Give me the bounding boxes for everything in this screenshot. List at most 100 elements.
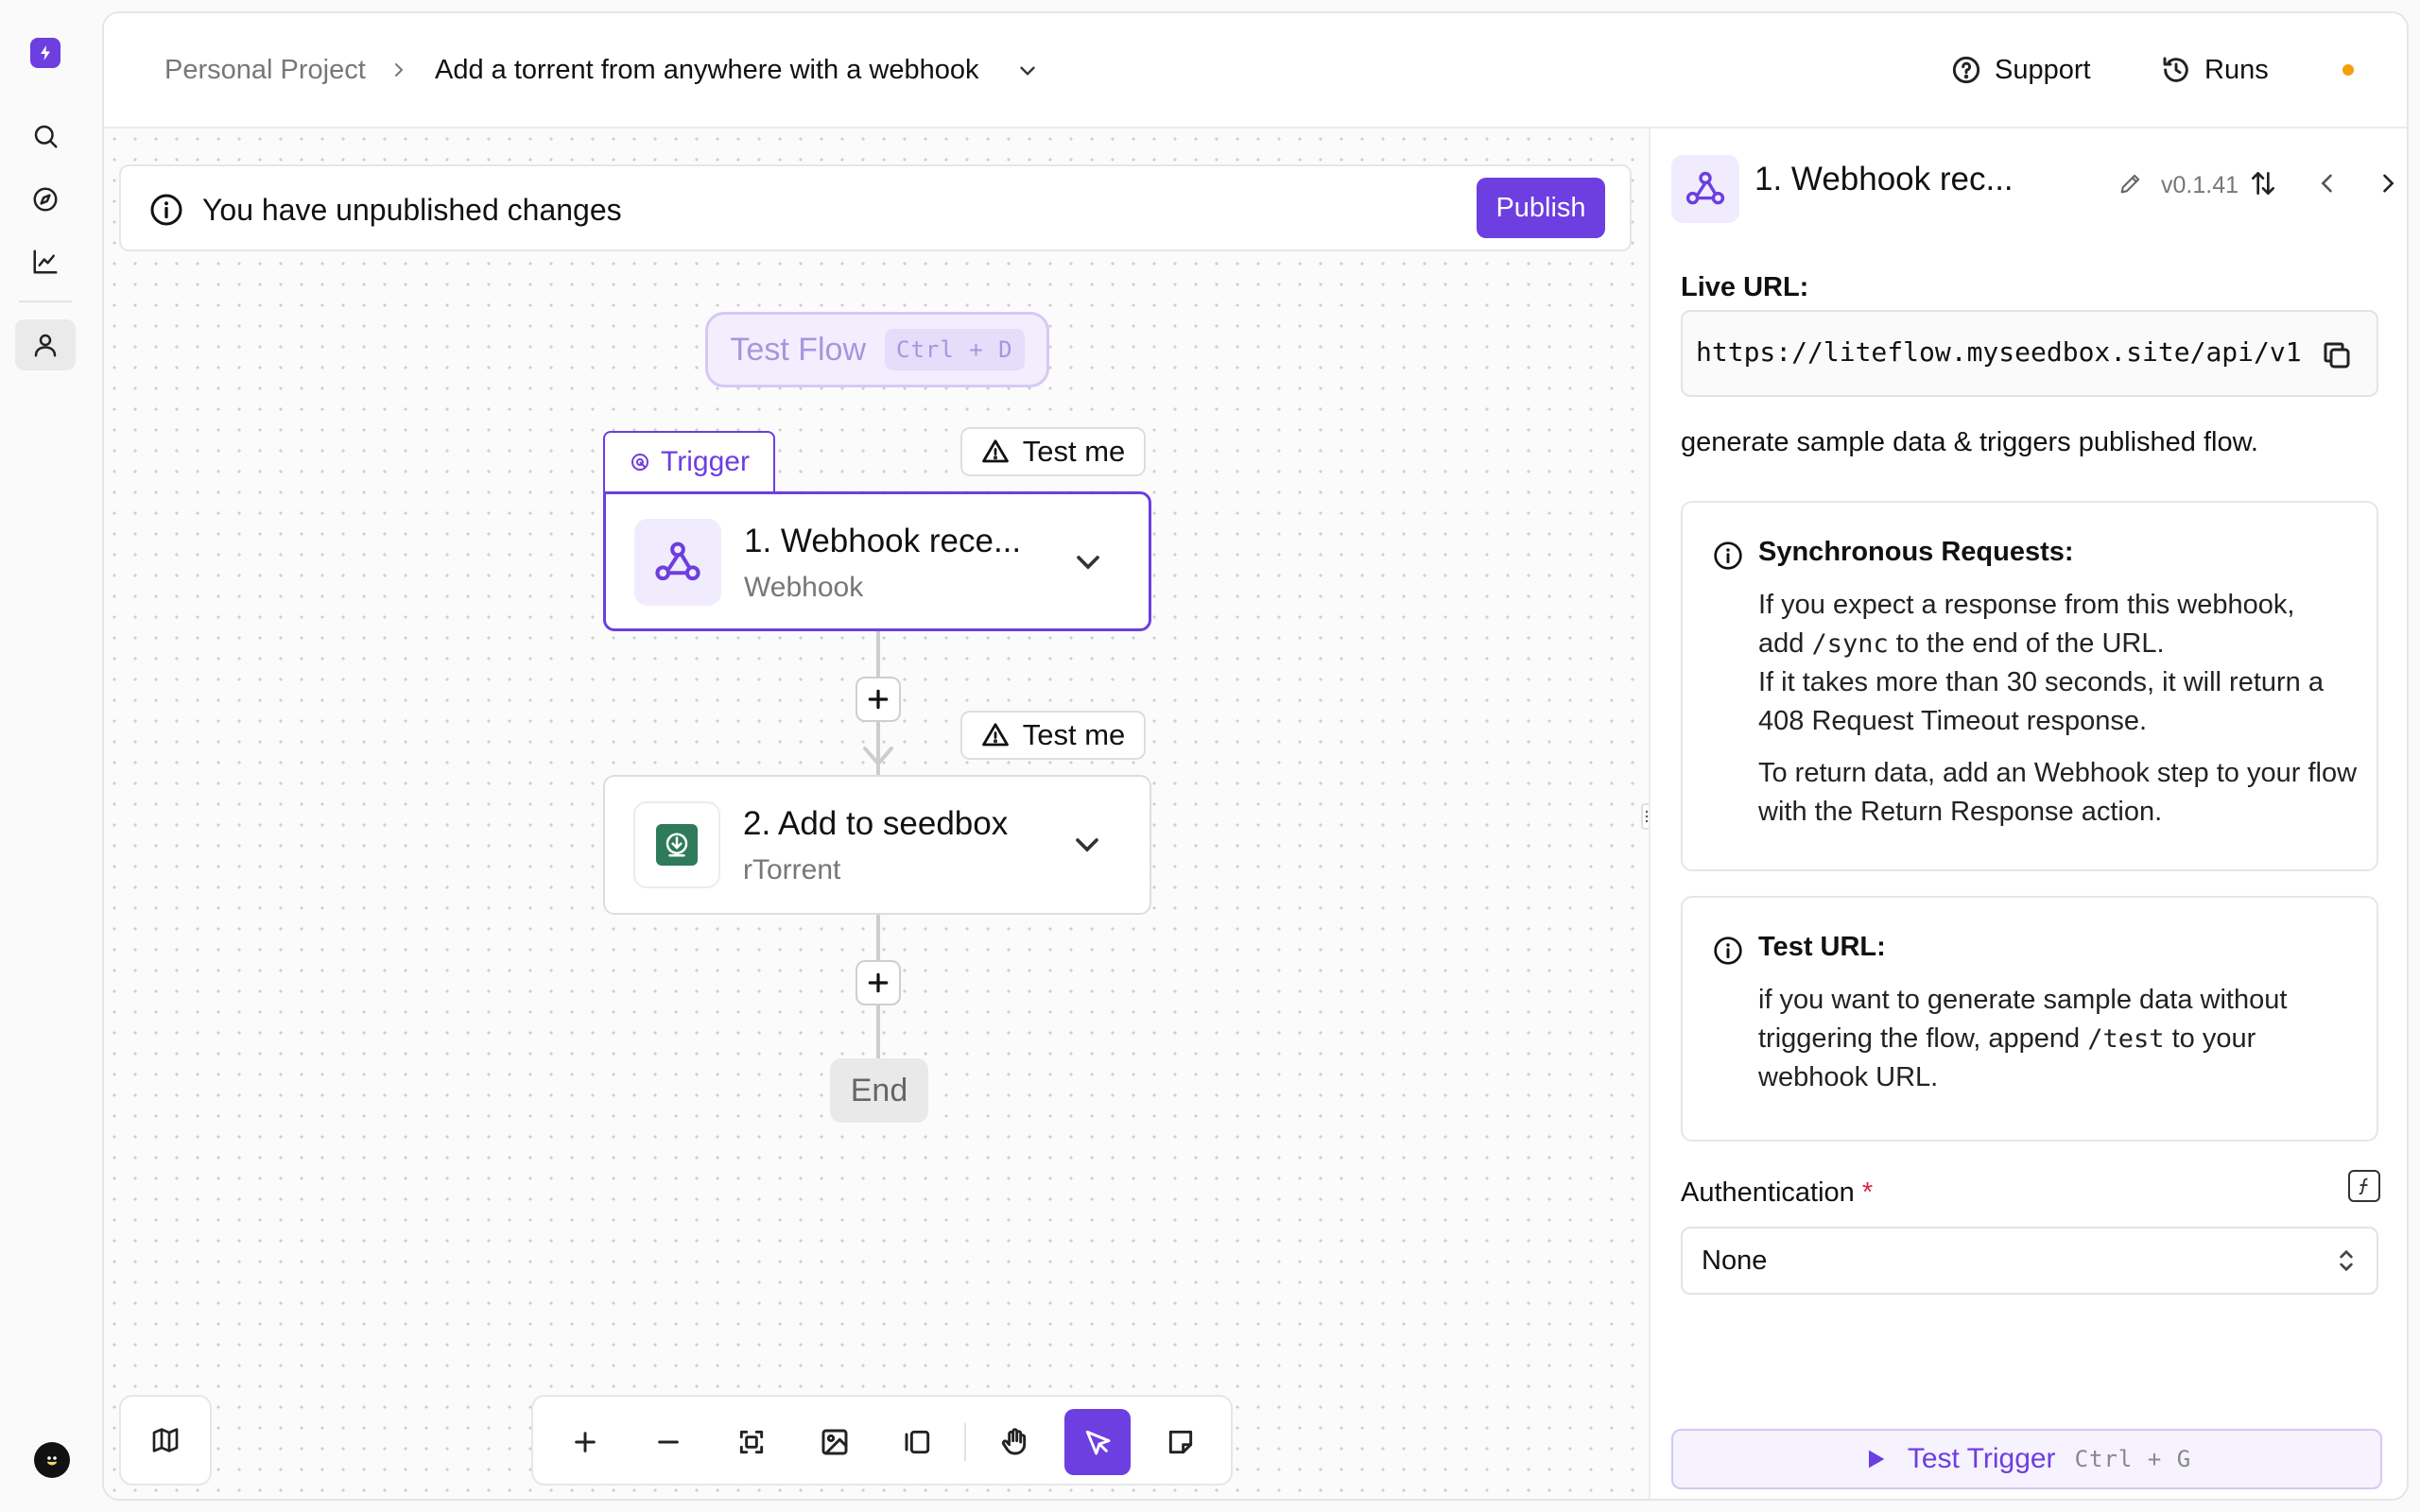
pencil-icon[interactable] bbox=[2118, 170, 2144, 197]
analytics-button[interactable] bbox=[15, 236, 76, 287]
runs-label: Runs bbox=[2204, 54, 2269, 85]
test-trigger-button[interactable]: Test Trigger Ctrl + G bbox=[1671, 1429, 2382, 1489]
add-step-button[interactable] bbox=[856, 960, 901, 1005]
live-url-note: generate sample data & triggers publishe… bbox=[1681, 427, 2258, 457]
chevron-down-icon[interactable] bbox=[1068, 826, 1106, 864]
chevron-right-icon bbox=[395, 63, 404, 77]
chevron-down-icon[interactable] bbox=[1069, 543, 1107, 581]
compass-icon bbox=[33, 187, 58, 212]
test-url-code: /test bbox=[2087, 1024, 2165, 1054]
step-subtitle: Webhook bbox=[744, 572, 864, 603]
pan-tool-button[interactable] bbox=[981, 1409, 1047, 1475]
live-url-value: https://liteflow.myseedbox.site/api/v1 bbox=[1696, 336, 2301, 368]
chart-line-icon bbox=[33, 249, 58, 274]
test-me-label: Test me bbox=[1022, 718, 1126, 751]
test-flow-button[interactable]: Test Flow Ctrl + D bbox=[705, 312, 1049, 387]
live-url-label: Live URL: bbox=[1681, 272, 1809, 302]
webhook-panel-icon bbox=[1671, 155, 1739, 223]
chevron-down-icon[interactable] bbox=[1015, 59, 1040, 83]
fit-view-icon bbox=[739, 1430, 764, 1454]
minimap-button[interactable] bbox=[119, 1395, 212, 1486]
minus-icon bbox=[658, 1440, 679, 1444]
test-trigger-label: Test Trigger bbox=[1907, 1443, 2056, 1474]
user-icon bbox=[34, 334, 57, 357]
required-asterisk: * bbox=[1861, 1177, 1874, 1208]
publish-button[interactable]: Publish bbox=[1477, 178, 1605, 238]
status-dot bbox=[2342, 64, 2354, 76]
sync-text: add bbox=[1758, 628, 1805, 659]
sync-body: If you expect a response from this webho… bbox=[1758, 586, 2363, 832]
support-button[interactable]: Support bbox=[1938, 42, 2104, 98]
export-image-button[interactable] bbox=[802, 1409, 868, 1475]
panel-step-title: 1. Webhook rec... bbox=[1754, 161, 2014, 198]
swap-icon[interactable] bbox=[2248, 168, 2278, 198]
step-node-rtorrent[interactable]: 2. Add to seedbox rTorrent bbox=[603, 775, 1151, 915]
play-icon bbox=[1868, 1450, 1885, 1469]
toggle-panel-button[interactable] bbox=[885, 1409, 951, 1475]
plus-icon bbox=[868, 972, 889, 993]
chevron-left-icon[interactable] bbox=[2314, 170, 2341, 197]
panel-icon bbox=[905, 1430, 930, 1454]
smiley-icon bbox=[46, 1456, 58, 1466]
help-circle-icon bbox=[1952, 56, 1980, 84]
flow-canvas[interactable]: You have unpublished changes Publish Tes… bbox=[104, 129, 1649, 1499]
flow-title[interactable]: Add a torrent from anywhere with a webho… bbox=[435, 55, 978, 86]
chevron-up-down-icon bbox=[2340, 1249, 2353, 1272]
support-label: Support bbox=[1995, 54, 2091, 85]
select-tool-button[interactable] bbox=[1064, 1409, 1131, 1475]
test-flow-shortcut: Ctrl + D bbox=[885, 329, 1025, 370]
rtorrent-step-icon bbox=[633, 801, 720, 888]
download-icon bbox=[666, 833, 688, 857]
test-me-button-2[interactable]: Test me bbox=[960, 711, 1146, 760]
runs-button[interactable]: Runs bbox=[2148, 42, 2282, 98]
zoom-in-button[interactable] bbox=[552, 1409, 618, 1475]
plus-icon bbox=[868, 689, 889, 710]
zoom-out-button[interactable] bbox=[635, 1409, 701, 1475]
left-rail bbox=[0, 0, 102, 1512]
sync-line-2: add /sync to the end of the URL. bbox=[1758, 625, 2363, 663]
step-node-webhook[interactable]: 1. Webhook rece... Webhook bbox=[603, 491, 1151, 631]
account-button[interactable] bbox=[15, 319, 76, 370]
map-icon bbox=[152, 1428, 179, 1452]
cursor-icon bbox=[1085, 1430, 1111, 1455]
auth-select[interactable]: None bbox=[1681, 1227, 2378, 1295]
search-icon bbox=[34, 125, 58, 148]
live-url-field[interactable]: https://liteflow.myseedbox.site/api/v1 bbox=[1681, 310, 2378, 397]
unpublished-banner: You have unpublished changes Publish bbox=[119, 164, 1632, 251]
auth-selected-value: None bbox=[1702, 1246, 1768, 1276]
add-note-button[interactable] bbox=[1148, 1409, 1214, 1475]
chevron-right-icon[interactable] bbox=[2375, 170, 2401, 197]
test-me-button-1[interactable]: Test me bbox=[960, 427, 1146, 476]
banner-message: You have unpublished changes bbox=[202, 193, 622, 227]
end-node: End bbox=[830, 1058, 928, 1123]
dynamic-value-toggle[interactable] bbox=[2348, 1170, 2380, 1202]
info-icon bbox=[1714, 936, 1742, 965]
test-url-body: if you want to generate sample data with… bbox=[1758, 981, 2363, 1097]
rail-divider bbox=[19, 301, 72, 302]
main-frame: Personal Project Add a torrent from anyw… bbox=[102, 11, 2409, 1501]
hand-icon bbox=[1001, 1428, 1027, 1455]
trigger-tab-label: Trigger bbox=[661, 446, 750, 477]
add-step-button[interactable] bbox=[856, 677, 901, 722]
warning-icon bbox=[981, 723, 1009, 747]
search-button[interactable] bbox=[15, 111, 76, 162]
image-download-icon bbox=[821, 1429, 848, 1455]
bolt-icon bbox=[41, 45, 50, 60]
fit-view-button[interactable] bbox=[718, 1409, 785, 1475]
test-trigger-shortcut: Ctrl + G bbox=[2074, 1446, 2192, 1472]
step-title: 2. Add to seedbox bbox=[743, 805, 1009, 842]
copy-icon[interactable] bbox=[2320, 338, 2354, 372]
app-logo[interactable] bbox=[30, 38, 60, 68]
test-url-title: Test URL: bbox=[1758, 932, 1886, 962]
sync-line-1: If you expect a response from this webho… bbox=[1758, 590, 2295, 620]
sync-return-text: To return data, add an Webhook step to y… bbox=[1758, 758, 2358, 827]
explore-button[interactable] bbox=[15, 174, 76, 225]
version-label: v0.1.41 bbox=[2161, 172, 2239, 198]
top-bar: Personal Project Add a torrent from anyw… bbox=[104, 13, 2407, 129]
support-bot-avatar[interactable] bbox=[34, 1442, 70, 1478]
sync-text: to the end of the URL. bbox=[1895, 628, 2165, 659]
sync-code: /sync bbox=[1811, 629, 1889, 659]
arrow-down-icon bbox=[863, 747, 893, 767]
breadcrumb-project[interactable]: Personal Project bbox=[164, 55, 366, 86]
step-title: 1. Webhook rece... bbox=[744, 523, 1022, 559]
